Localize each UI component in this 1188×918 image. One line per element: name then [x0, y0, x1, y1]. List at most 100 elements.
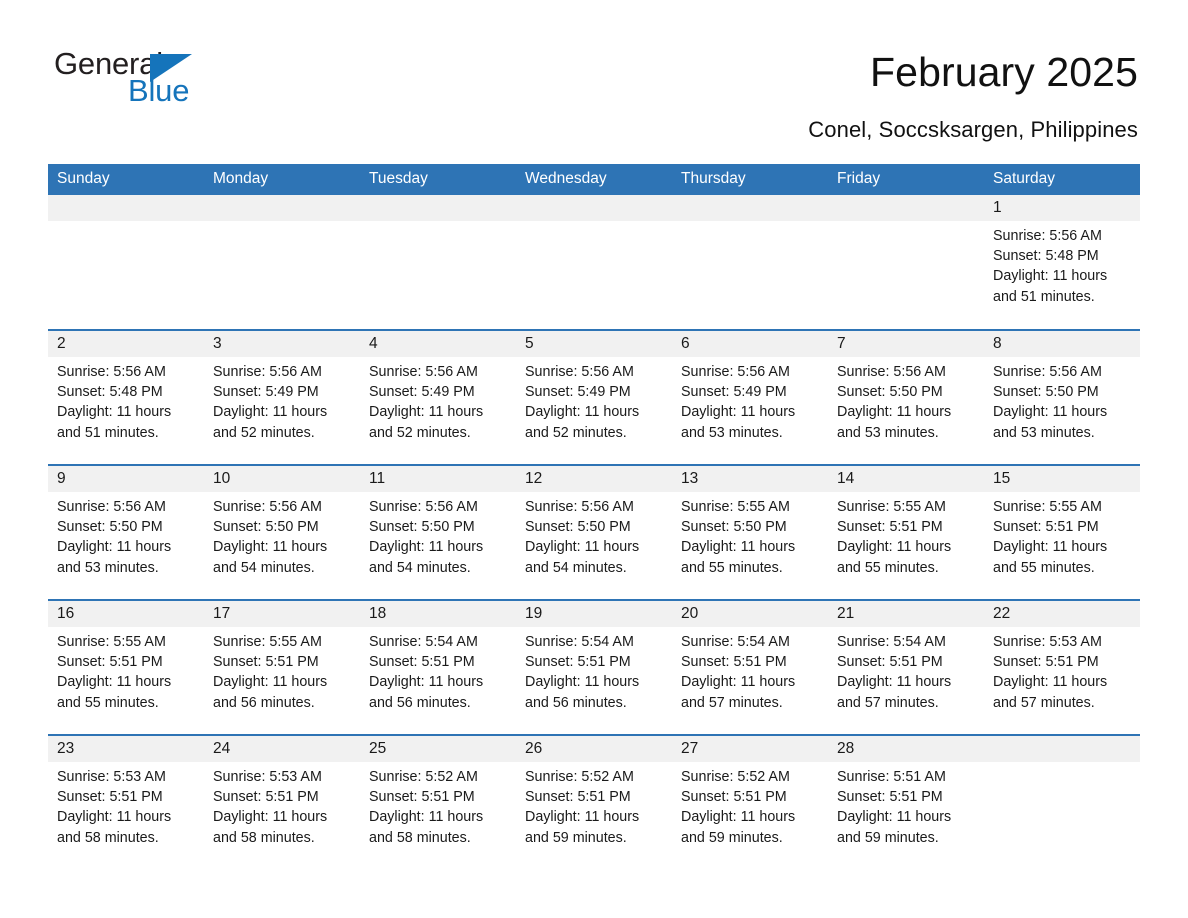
calendar-day-cell[interactable]: 3 Sunrise: 5:56 AM Sunset: 5:49 PM Daylig…	[204, 329, 360, 465]
sun-info-text	[672, 221, 828, 226]
sun-info-text: Sunrise: 5:55 AM Sunset: 5:51 PM Dayligh…	[837, 499, 952, 576]
calendar-day-cell[interactable]: 16 Sunrise: 5:55 AM Sunset: 5:51 PM Dayli…	[48, 599, 204, 735]
day-number: 14	[828, 466, 984, 492]
calendar-day-cell-empty	[360, 195, 516, 330]
weekday-header-monday: Monday	[204, 164, 360, 195]
weekday-header-wednesday: Wednesday	[516, 164, 672, 195]
calendar-week-row: 9 Sunrise: 5:56 AM Sunset: 5:50 PM Daylig…	[48, 464, 1140, 600]
sun-info-text	[204, 221, 360, 226]
day-number: 17	[204, 601, 360, 627]
calendar-day-cell[interactable]: 25 Sunrise: 5:52 AM Sunset: 5:51 PM Dayli…	[360, 734, 516, 870]
calendar-day-cell[interactable]: 1 Sunrise: 5:56 AM Sunset: 5:48 PM Daylig…	[984, 195, 1140, 330]
day-number	[48, 195, 204, 221]
sun-info-text: Sunrise: 5:56 AM Sunset: 5:50 PM Dayligh…	[837, 364, 952, 441]
calendar-day-cell[interactable]: 23 Sunrise: 5:53 AM Sunset: 5:51 PM Dayli…	[48, 734, 204, 870]
sun-info-text: Sunrise: 5:55 AM Sunset: 5:51 PM Dayligh…	[213, 634, 328, 711]
calendar-day-cell[interactable]: 22 Sunrise: 5:53 AM Sunset: 5:51 PM Dayli…	[984, 599, 1140, 735]
sun-info-text: Sunrise: 5:54 AM Sunset: 5:51 PM Dayligh…	[369, 634, 484, 711]
weekday-header-saturday: Saturday	[984, 164, 1140, 195]
sun-info-text: Sunrise: 5:56 AM Sunset: 5:49 PM Dayligh…	[681, 364, 796, 441]
sun-info-text: Sunrise: 5:54 AM Sunset: 5:51 PM Dayligh…	[525, 634, 640, 711]
calendar-day-cell-empty	[204, 195, 360, 330]
calendar-day-cell[interactable]: 27 Sunrise: 5:52 AM Sunset: 5:51 PM Dayli…	[672, 734, 828, 870]
day-number: 24	[204, 736, 360, 762]
calendar-day-cell[interactable]: 7 Sunrise: 5:56 AM Sunset: 5:50 PM Daylig…	[828, 329, 984, 465]
day-number: 18	[360, 601, 516, 627]
calendar-day-cell[interactable]: 24 Sunrise: 5:53 AM Sunset: 5:51 PM Dayli…	[204, 734, 360, 870]
calendar-page: General Blue February 2025 Conel, Soccsk…	[0, 0, 1188, 918]
day-number: 12	[516, 466, 672, 492]
sun-info-text	[828, 221, 984, 226]
day-number: 22	[984, 601, 1140, 627]
sun-info-text	[360, 221, 516, 226]
calendar-day-cell[interactable]: 21 Sunrise: 5:54 AM Sunset: 5:51 PM Dayli…	[828, 599, 984, 735]
calendar-day-cell[interactable]: 10 Sunrise: 5:56 AM Sunset: 5:50 PM Dayli…	[204, 464, 360, 600]
sun-info-text: Sunrise: 5:53 AM Sunset: 5:51 PM Dayligh…	[993, 634, 1108, 711]
calendar-day-cell[interactable]: 8 Sunrise: 5:56 AM Sunset: 5:50 PM Daylig…	[984, 329, 1140, 465]
sun-info-text: Sunrise: 5:56 AM Sunset: 5:49 PM Dayligh…	[369, 364, 484, 441]
sun-info-text: Sunrise: 5:56 AM Sunset: 5:50 PM Dayligh…	[369, 499, 484, 576]
day-number	[360, 195, 516, 221]
calendar-day-cell[interactable]: 4 Sunrise: 5:56 AM Sunset: 5:49 PM Daylig…	[360, 329, 516, 465]
day-number: 27	[672, 736, 828, 762]
calendar-day-cell[interactable]: 14 Sunrise: 5:55 AM Sunset: 5:51 PM Dayli…	[828, 464, 984, 600]
day-number: 11	[360, 466, 516, 492]
day-number: 10	[204, 466, 360, 492]
calendar-day-cell[interactable]: 9 Sunrise: 5:56 AM Sunset: 5:50 PM Daylig…	[48, 464, 204, 600]
generalblue-logo[interactable]: General Blue	[54, 46, 254, 112]
calendar-day-cell[interactable]: 28 Sunrise: 5:51 AM Sunset: 5:51 PM Dayli…	[828, 734, 984, 870]
sun-info-text: Sunrise: 5:56 AM Sunset: 5:48 PM Dayligh…	[57, 364, 172, 441]
day-number: 23	[48, 736, 204, 762]
calendar-day-cell-empty	[516, 195, 672, 330]
day-number: 25	[360, 736, 516, 762]
calendar-day-cell[interactable]: 18 Sunrise: 5:54 AM Sunset: 5:51 PM Dayli…	[360, 599, 516, 735]
calendar-day-cell[interactable]: 2 Sunrise: 5:56 AM Sunset: 5:48 PM Daylig…	[48, 329, 204, 465]
title-block: February 2025	[870, 46, 1138, 96]
location-subtitle: Conel, Soccsksargen, Philippines	[808, 117, 1138, 142]
day-number: 8	[984, 331, 1140, 357]
calendar-table: Sunday Monday Tuesday Wednesday Thursday…	[48, 164, 1140, 870]
calendar-week-row: 1 Sunrise: 5:56 AM Sunset: 5:48 PM Daylig…	[48, 195, 1140, 330]
sun-info-text: Sunrise: 5:56 AM Sunset: 5:48 PM Dayligh…	[993, 228, 1108, 305]
day-number: 19	[516, 601, 672, 627]
sun-info-text: Sunrise: 5:51 AM Sunset: 5:51 PM Dayligh…	[837, 769, 952, 846]
calendar-day-cell[interactable]: 26 Sunrise: 5:52 AM Sunset: 5:51 PM Dayli…	[516, 734, 672, 870]
day-number	[828, 195, 984, 221]
weekday-header-thursday: Thursday	[672, 164, 828, 195]
sun-info-text: Sunrise: 5:56 AM Sunset: 5:50 PM Dayligh…	[213, 499, 328, 576]
day-number	[204, 195, 360, 221]
calendar-day-cell-empty	[672, 195, 828, 330]
sun-info-text: Sunrise: 5:56 AM Sunset: 5:49 PM Dayligh…	[213, 364, 328, 441]
sun-info-text: Sunrise: 5:52 AM Sunset: 5:51 PM Dayligh…	[369, 769, 484, 846]
sun-info-text: Sunrise: 5:53 AM Sunset: 5:51 PM Dayligh…	[57, 769, 172, 846]
sun-info-text	[984, 762, 1140, 767]
day-number: 2	[48, 331, 204, 357]
calendar-day-cell-empty	[48, 195, 204, 330]
sun-info-text: Sunrise: 5:52 AM Sunset: 5:51 PM Dayligh…	[681, 769, 796, 846]
calendar-day-cell[interactable]: 12 Sunrise: 5:56 AM Sunset: 5:50 PM Dayli…	[516, 464, 672, 600]
calendar-day-cell[interactable]: 19 Sunrise: 5:54 AM Sunset: 5:51 PM Dayli…	[516, 599, 672, 735]
sun-info-text: Sunrise: 5:55 AM Sunset: 5:50 PM Dayligh…	[681, 499, 796, 576]
day-number: 9	[48, 466, 204, 492]
calendar-day-cell[interactable]: 13 Sunrise: 5:55 AM Sunset: 5:50 PM Dayli…	[672, 464, 828, 600]
sun-info-text: Sunrise: 5:52 AM Sunset: 5:51 PM Dayligh…	[525, 769, 640, 846]
calendar-week-row: 23 Sunrise: 5:53 AM Sunset: 5:51 PM Dayli…	[48, 734, 1140, 870]
day-number	[672, 195, 828, 221]
calendar-day-cell-empty	[828, 195, 984, 330]
sun-info-text	[516, 221, 672, 226]
day-number: 20	[672, 601, 828, 627]
calendar-day-cell[interactable]: 11 Sunrise: 5:56 AM Sunset: 5:50 PM Dayli…	[360, 464, 516, 600]
sun-info-text: Sunrise: 5:56 AM Sunset: 5:50 PM Dayligh…	[525, 499, 640, 576]
day-number: 16	[48, 601, 204, 627]
day-number: 3	[204, 331, 360, 357]
sun-info-text: Sunrise: 5:55 AM Sunset: 5:51 PM Dayligh…	[57, 634, 172, 711]
calendar-day-cell[interactable]: 15 Sunrise: 5:55 AM Sunset: 5:51 PM Dayli…	[984, 464, 1140, 600]
calendar-day-cell[interactable]: 5 Sunrise: 5:56 AM Sunset: 5:49 PM Daylig…	[516, 329, 672, 465]
calendar-day-cell[interactable]: 6 Sunrise: 5:56 AM Sunset: 5:49 PM Daylig…	[672, 329, 828, 465]
day-number: 26	[516, 736, 672, 762]
calendar-container: Sunday Monday Tuesday Wednesday Thursday…	[48, 164, 1140, 870]
calendar-week-row: 16 Sunrise: 5:55 AM Sunset: 5:51 PM Dayli…	[48, 599, 1140, 735]
calendar-day-cell[interactable]: 17 Sunrise: 5:55 AM Sunset: 5:51 PM Dayli…	[204, 599, 360, 735]
sun-info-text: Sunrise: 5:53 AM Sunset: 5:51 PM Dayligh…	[213, 769, 328, 846]
calendar-day-cell[interactable]: 20 Sunrise: 5:54 AM Sunset: 5:51 PM Dayli…	[672, 599, 828, 735]
